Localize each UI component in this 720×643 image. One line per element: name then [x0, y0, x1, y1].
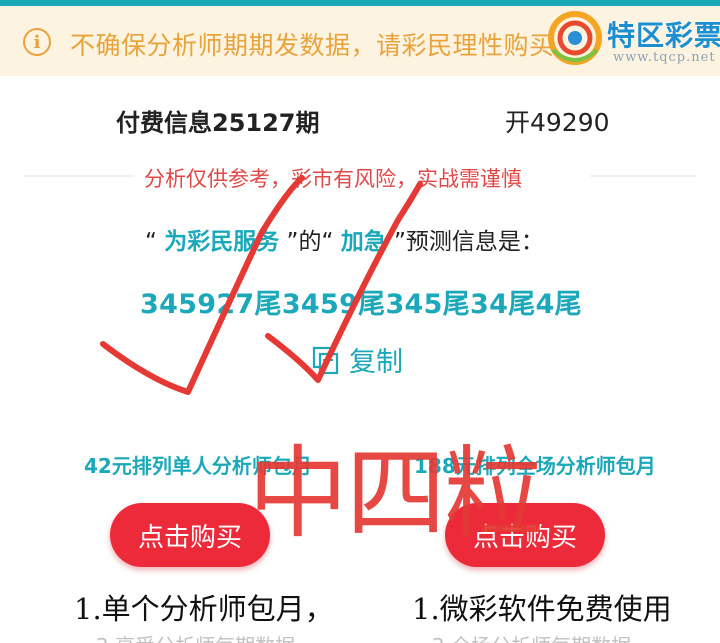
plan-title-single: 42元排列单人分析师包月 [84, 454, 312, 478]
plan-desc2-single: 2.享受分析师每期数据 [96, 630, 295, 643]
prediction-numbers: 345927尾3459尾345尾34尾4尾 [140, 289, 582, 320]
copy-button[interactable]: 复制 [311, 340, 403, 379]
paid-info-title: 付费信息25127期 [116, 109, 320, 137]
notice-text: 不确保分析师期期发数据，请彩民理性购买 [70, 31, 555, 60]
handwritten-checkmarks [100, 175, 423, 395]
buy-button-single[interactable]: 点击购买 [110, 503, 270, 567]
plan-desc-all: 1.微彩软件免费使用 [412, 592, 672, 626]
buy-button-all[interactable]: 点击购买 [445, 503, 605, 567]
prediction-intro: “ 为彩民服务 ”的“ 加急 ”预测信息是： [145, 222, 544, 256]
quote-close: ”预测信息是： [394, 229, 544, 255]
plan-desc-single: 1.单个分析师包月， [74, 592, 334, 626]
site-watermark: 特区彩票网 www.tqcp.net [545, 6, 720, 72]
divider-left [24, 175, 134, 177]
quote-mid: ”的“ [286, 229, 334, 255]
watermark-url: www.tqcp.net [613, 50, 716, 65]
risk-disclaimer: 分析仅供参考，彩市有风险，实战需谨慎 [144, 167, 522, 191]
watermark-title: 特区彩票网 [607, 19, 720, 52]
plan-title-all: 188元排列全场分析师包月 [414, 454, 656, 478]
analyst-name: 为彩民服务 [164, 229, 280, 255]
watermark-logo-icon [548, 11, 602, 65]
plan-desc2-all: 2.全场分析师每期数据 [432, 630, 631, 643]
urgent-tag: 加急 [340, 229, 387, 255]
info-icon: i [23, 28, 51, 56]
quote-open: “ [145, 229, 157, 255]
copy-label: 复制 [349, 347, 403, 378]
copy-icon [312, 346, 339, 374]
open-result: 开49290 [505, 108, 610, 137]
divider-right [590, 175, 696, 177]
